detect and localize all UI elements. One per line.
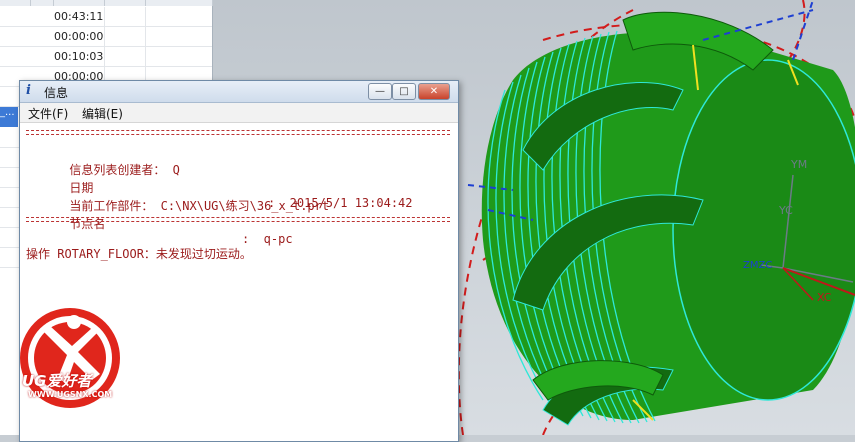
axis-label-zmzc: ZMZC [743, 260, 772, 271]
separator [26, 134, 450, 135]
separator [26, 217, 450, 218]
column-header[interactable] [105, 0, 146, 6]
column-header[interactable] [0, 0, 31, 6]
time-cell: 00:10:03 [54, 50, 104, 63]
menu-bar: 文件(F) 编辑(E) [20, 103, 458, 123]
logo-url: WWW.UGSNX.COM [28, 390, 113, 399]
minimize-button[interactable]: — [368, 83, 392, 100]
title-bar[interactable]: i 信息 — □ ✕ [20, 81, 458, 103]
time-cell: 00:43:11 [54, 10, 104, 23]
table-row[interactable]: 00:00:00 [0, 27, 212, 47]
node-label: 节点名 [69, 217, 106, 231]
column-header[interactable] [54, 0, 105, 6]
separator [26, 221, 450, 222]
window-title: 信息 [44, 86, 69, 100]
axis-label-yc: YC [778, 204, 793, 217]
column-header[interactable] [31, 0, 54, 6]
logo-text: UG爱好者 [22, 372, 92, 390]
column-header[interactable] [146, 0, 213, 6]
axis-label-xc: XC [817, 291, 832, 304]
close-button[interactable]: ✕ [418, 83, 450, 100]
time-cell: 00:00:00 [54, 30, 104, 43]
operation-message: 操作 ROTARY_FLOOR：未发现过切运动。 [26, 247, 252, 261]
part-value: C:\NX\UG\练习\36_x_t.prt [160, 199, 330, 213]
menu-file[interactable]: 文件(F) [28, 105, 68, 122]
maximize-button[interactable]: □ [392, 83, 416, 100]
table-row[interactable]: 00:10:03 [0, 47, 212, 67]
creator-value: Q [172, 163, 180, 177]
selected-row-marker[interactable]: _... [0, 107, 18, 127]
info-icon: i [26, 83, 31, 98]
table-row[interactable]: 00:43:11 [0, 7, 212, 27]
ug-logo [20, 308, 120, 408]
node-value: : q-pc [242, 232, 293, 246]
menu-edit[interactable]: 编辑(E) [82, 105, 123, 122]
separator [26, 130, 450, 131]
axis-label-ym: YM [790, 158, 807, 171]
